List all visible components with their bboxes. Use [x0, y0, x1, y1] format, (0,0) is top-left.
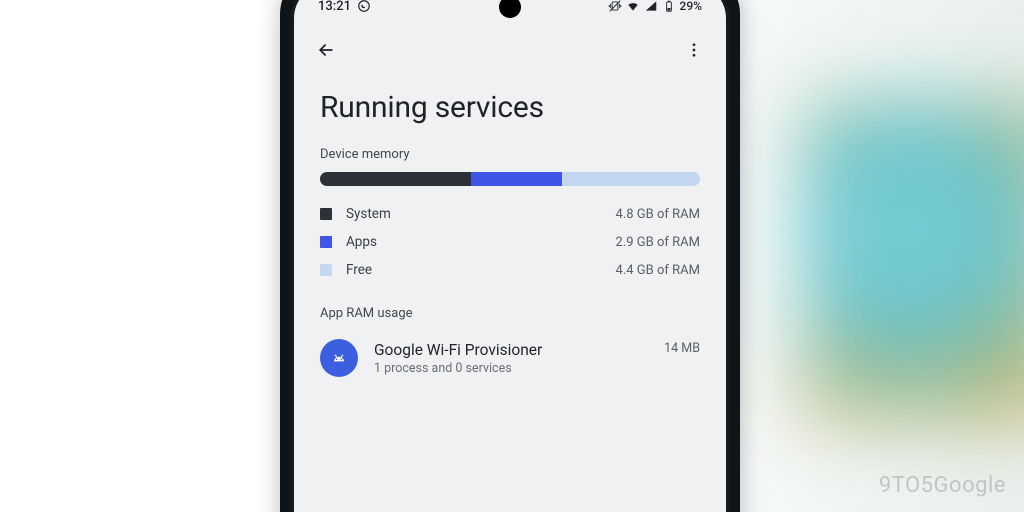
legend-row-free: Free 4.4 GB of RAM	[320, 256, 700, 284]
app-bar	[294, 28, 726, 72]
memory-usage-bar	[320, 172, 700, 186]
vibrate-icon	[608, 0, 622, 13]
status-time: 13:21	[318, 0, 351, 14]
legend-swatch-apps	[320, 236, 332, 248]
background-blur	[804, 100, 1024, 420]
legend-name: System	[346, 206, 616, 222]
page-title: Running services	[294, 72, 726, 147]
legend-value: 4.8 GB of RAM	[616, 207, 700, 222]
memory-legend: System 4.8 GB of RAM Apps 2.9 GB of RAM …	[294, 200, 726, 284]
memory-segment-free	[562, 172, 700, 186]
device-memory-label: Device memory	[294, 147, 726, 172]
android-app-icon	[320, 339, 358, 377]
app-name: Google Wi-Fi Provisioner	[374, 341, 664, 359]
legend-name: Apps	[346, 234, 616, 250]
memory-segment-system	[320, 172, 471, 186]
legend-name: Free	[346, 262, 616, 278]
legend-value: 2.9 GB of RAM	[616, 235, 700, 250]
legend-swatch-free	[320, 264, 332, 276]
legend-value: 4.4 GB of RAM	[616, 263, 700, 278]
wifi-icon	[626, 0, 640, 13]
app-text-block: Google Wi-Fi Provisioner 1 process and 0…	[374, 341, 664, 376]
legend-swatch-system	[320, 208, 332, 220]
battery-icon	[662, 0, 676, 13]
app-subtitle: 1 process and 0 services	[374, 361, 664, 376]
phone-screen: 13:21	[294, 0, 726, 512]
memory-segment-apps	[471, 172, 562, 186]
legend-row-system: System 4.8 GB of RAM	[320, 200, 700, 228]
signal-icon	[644, 0, 658, 13]
app-ram-size: 14 MB	[664, 341, 700, 356]
phone-inner-frame: 13:21	[290, 0, 730, 512]
app-ram-usage-label: App RAM usage	[294, 284, 726, 333]
app-row-google-wifi-provisioner[interactable]: Google Wi-Fi Provisioner 1 process and 0…	[294, 333, 726, 383]
legend-row-apps: Apps 2.9 GB of RAM	[320, 228, 700, 256]
phone-frame: 13:21	[280, 0, 740, 512]
watermark-text: 9TO5Google	[879, 473, 1006, 498]
overflow-menu-button[interactable]	[680, 36, 708, 64]
battery-percent: 29%	[680, 0, 702, 13]
back-button[interactable]	[312, 36, 340, 64]
whatsapp-icon	[357, 0, 371, 13]
